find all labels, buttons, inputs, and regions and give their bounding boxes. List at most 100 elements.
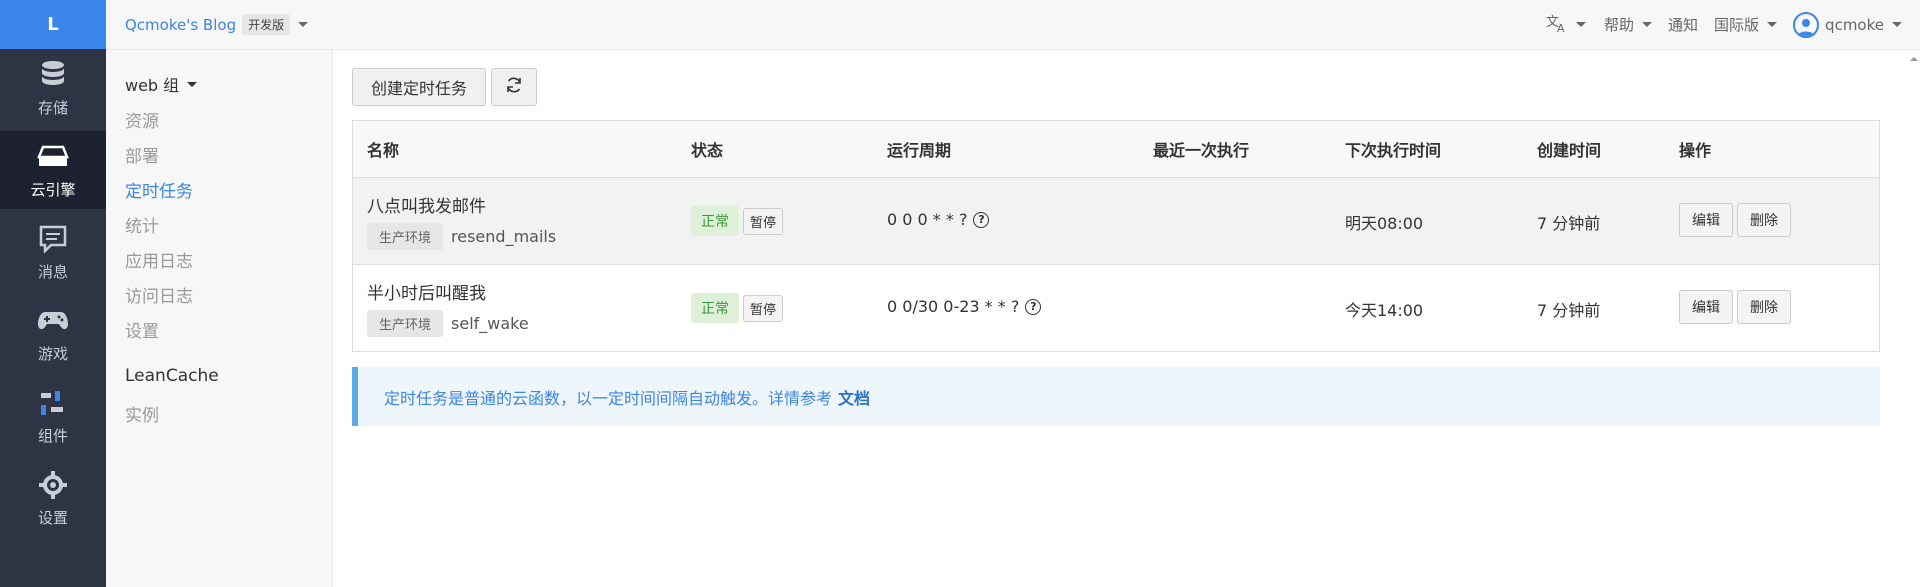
nav-components[interactable]: 组件 (0, 377, 106, 455)
server-icon (37, 141, 69, 173)
nav-message[interactable]: 消息 (0, 213, 106, 291)
refresh-button[interactable] (491, 68, 537, 106)
cron-text: 0 0/30 0-23 * * ? (887, 297, 1020, 316)
docs-link[interactable]: 文档 (838, 385, 870, 409)
nav-label: 云引擎 (30, 180, 76, 199)
cron-expression: 0 0 0 * * ? ? (887, 210, 990, 229)
col-status: 状态 (691, 141, 724, 160)
subnav-item-resources[interactable]: 资源 (125, 107, 159, 132)
next-run: 今天14:00 (1345, 301, 1424, 320)
chevron-down-icon (1642, 22, 1653, 27)
col-next-run: 下次执行时间 (1345, 141, 1442, 160)
task-title: 八点叫我发邮件 (367, 197, 486, 217)
subnav-item-instances[interactable]: 实例 (125, 401, 159, 426)
table-row: 八点叫我发邮件 生产环境 resend_mails 正常 暂停 0 0 0 * … (353, 178, 1879, 265)
status-badge: 正常 (691, 206, 739, 236)
task-meta: 生产环境 self_wake (367, 310, 529, 337)
next-run: 明天08:00 (1345, 214, 1424, 233)
pause-button[interactable]: 暂停 (743, 294, 784, 322)
created-time: 7 分钟前 (1537, 301, 1601, 320)
logo-letter: L (47, 14, 59, 35)
actions-cell: 编辑 删除 (1679, 203, 1795, 237)
created-time: 7 分钟前 (1537, 214, 1601, 233)
chevron-down-icon (187, 81, 198, 87)
chevron-down-icon (1767, 22, 1778, 27)
nav-label: 存储 (37, 98, 68, 117)
nav-settings[interactable]: 设置 (0, 459, 106, 537)
task-title: 半小时后叫醒我 (367, 284, 486, 304)
chevron-down-icon (1892, 22, 1902, 27)
nav-label: 消息 (37, 262, 68, 281)
subnav-item-deploy[interactable]: 部署 (125, 142, 159, 167)
user-menu[interactable]: qcmoke (1793, 11, 1902, 38)
nav-label: 设置 (37, 508, 68, 527)
main-nav: L 存储 云引擎 消息 游戏 组件 设置 (0, 0, 106, 587)
refresh-icon (505, 76, 523, 98)
translate-icon: 文A (1546, 13, 1568, 37)
notice-text: 定时任务是普通的云函数，以一定时间间隔自动触发。详情参考 (384, 388, 833, 408)
col-actions: 操作 (1679, 141, 1712, 160)
edit-button[interactable]: 编辑 (1679, 290, 1733, 324)
gear-icon (37, 469, 69, 501)
leancache-heading: LeanCache (125, 366, 219, 386)
help-label: 帮助 (1604, 16, 1635, 34)
subnav-item-stats[interactable]: 统计 (125, 212, 159, 237)
scrollbar-up-arrow[interactable] (1908, 50, 1920, 68)
message-icon (37, 223, 69, 255)
delete-button[interactable]: 删除 (1737, 203, 1791, 237)
col-name: 名称 (367, 141, 400, 160)
region-label: 国际版 (1714, 16, 1760, 34)
chevron-down-icon (298, 22, 309, 27)
pause-button[interactable]: 暂停 (743, 207, 784, 235)
table-header: 名称 状态 运行周期 最近一次执行 下次执行时间 创建时间 操作 (353, 121, 1879, 178)
help-menu[interactable]: 帮助 (1604, 14, 1653, 35)
subnav-item-settings[interactable]: 设置 (125, 317, 159, 342)
subnav-item-access-logs[interactable]: 访问日志 (125, 282, 193, 307)
function-name: resend_mails (451, 227, 557, 246)
chevron-down-icon (1576, 22, 1586, 27)
svg-text:A: A (1557, 22, 1565, 33)
sub-nav: web 组 资源 部署 定时任务 统计 应用日志 访问日志 设置 LeanCac… (106, 50, 333, 587)
notify-link[interactable]: 通知 (1668, 14, 1698, 35)
group-label: web 组 (125, 76, 180, 95)
database-icon (37, 59, 69, 91)
delete-button[interactable]: 删除 (1737, 290, 1791, 324)
app-switcher[interactable]: Qcmoke's Blog 开发版 (125, 14, 309, 35)
help-icon[interactable]: ? (973, 211, 990, 228)
group-selector[interactable]: web 组 (125, 72, 198, 96)
nav-game[interactable]: 游戏 (0, 295, 106, 373)
task-meta: 生产环境 resend_mails (367, 223, 556, 250)
col-schedule: 运行周期 (887, 141, 952, 160)
user-name: qcmoke (1825, 15, 1884, 34)
avatar (1793, 11, 1820, 38)
col-created: 创建时间 (1537, 141, 1602, 160)
function-name: self_wake (451, 314, 529, 333)
create-cron-button[interactable]: 创建定时任务 (352, 68, 486, 106)
region-menu[interactable]: 国际版 (1714, 14, 1778, 35)
gamepad-icon (37, 305, 69, 337)
status-cell: 正常 暂停 (691, 206, 784, 236)
col-last-run: 最近一次执行 (1153, 141, 1250, 160)
nav-storage[interactable]: 存储 (0, 49, 106, 127)
info-notice: 定时任务是普通的云函数，以一定时间间隔自动触发。详情参考 文档 (352, 367, 1880, 426)
cron-text: 0 0 0 * * ? (887, 210, 968, 229)
table-row: 半小时后叫醒我 生产环境 self_wake 正常 暂停 0 0/30 0-23… (353, 265, 1879, 351)
components-icon (37, 387, 69, 419)
app-name: Qcmoke's Blog (125, 15, 237, 34)
subnav-item-app-logs[interactable]: 应用日志 (125, 247, 193, 272)
notify-label: 通知 (1668, 16, 1699, 34)
env-tag: 生产环境 (367, 310, 444, 337)
status-cell: 正常 暂停 (691, 293, 784, 323)
nav-label: 游戏 (37, 344, 68, 363)
language-switcher[interactable]: 文A (1546, 13, 1586, 37)
top-bar: Qcmoke's Blog 开发版 文A 帮助 通知 国际版 qcmoke (106, 0, 1920, 50)
cron-table: 名称 状态 运行周期 最近一次执行 下次执行时间 创建时间 操作 八点叫我发邮件… (352, 120, 1880, 352)
help-icon[interactable]: ? (1025, 298, 1042, 315)
env-tag: 生产环境 (367, 223, 444, 250)
logo[interactable]: L (0, 0, 106, 49)
nav-cloud-engine[interactable]: 云引擎 (0, 131, 106, 209)
nav-label: 组件 (37, 426, 68, 445)
edit-button[interactable]: 编辑 (1679, 203, 1733, 237)
subnav-item-cron[interactable]: 定时任务 (125, 177, 193, 202)
status-badge: 正常 (691, 293, 739, 323)
